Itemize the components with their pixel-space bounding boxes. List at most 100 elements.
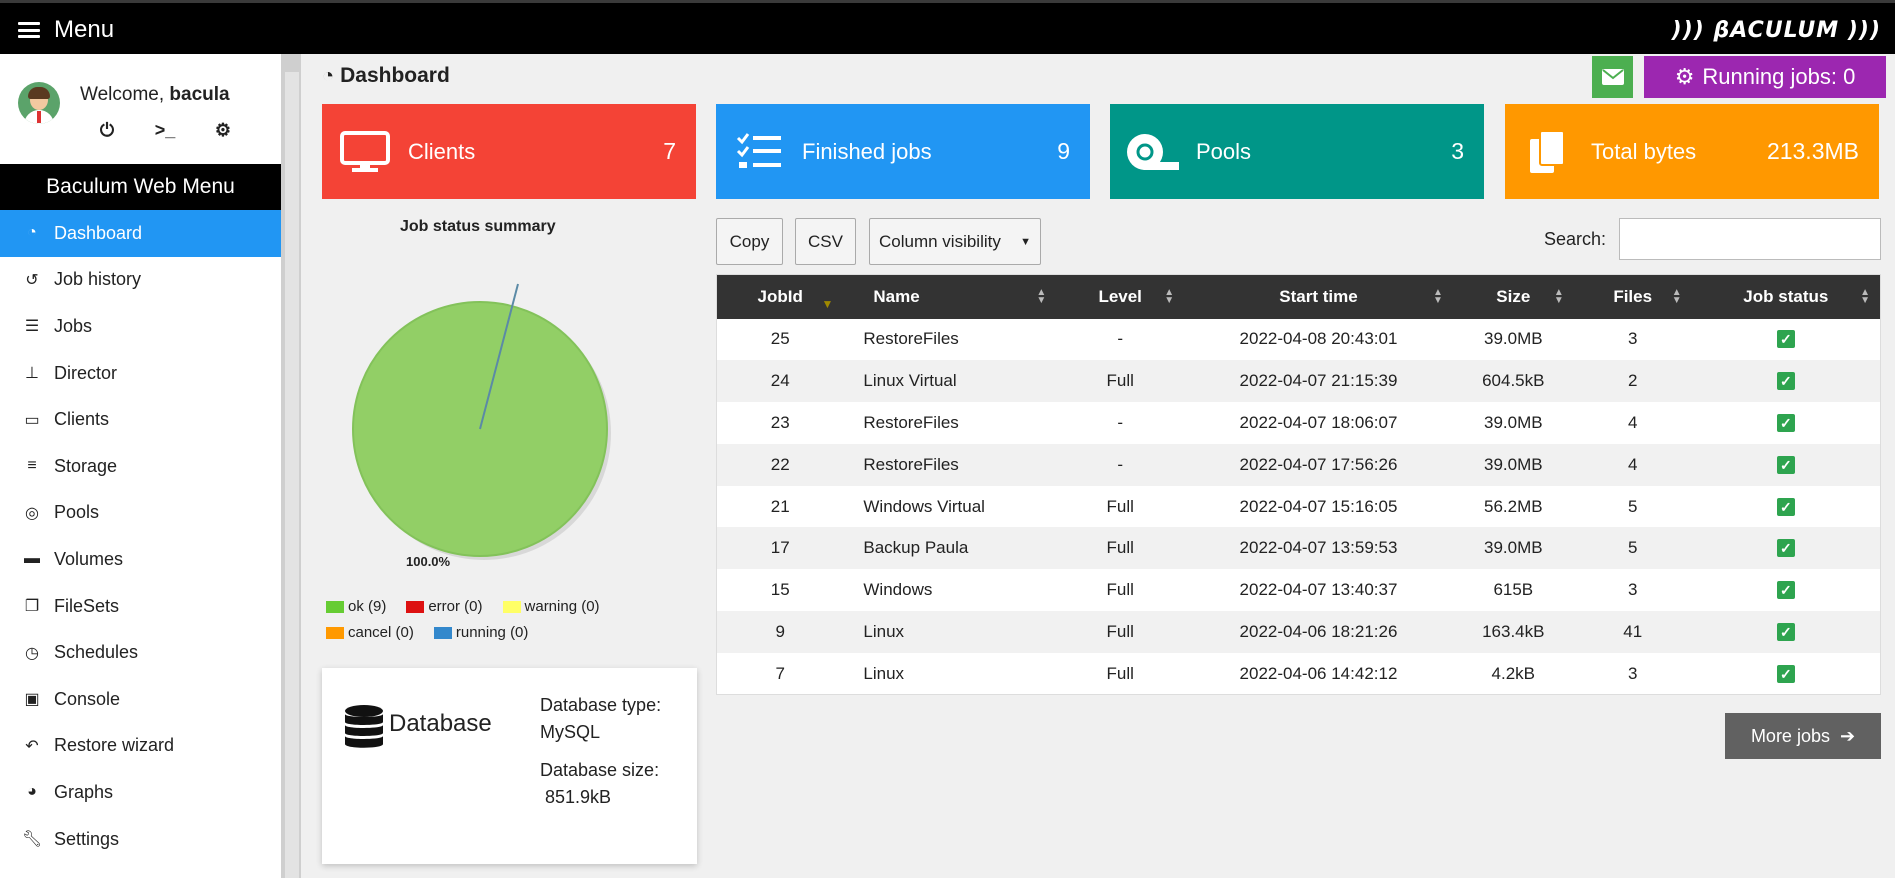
- sidebar-item-label: Dashboard: [54, 222, 143, 243]
- scrollbar-thumb[interactable]: [285, 72, 299, 878]
- sidebar-item-label: Settings: [54, 828, 120, 849]
- cell-name[interactable]: Backup Paula: [843, 527, 1057, 570]
- sidebar-item-clients[interactable]: ▭ Clients: [0, 396, 281, 443]
- cell-name[interactable]: RestoreFiles: [843, 402, 1057, 444]
- sidebar-item-filesets[interactable]: ❐ FileSets: [0, 583, 281, 630]
- db-size-label: Database size:: [540, 760, 660, 780]
- cell-jobid: 25: [716, 318, 844, 361]
- tasks-icon: ☰: [24, 318, 40, 336]
- cell-job-status: ✓: [1691, 360, 1881, 403]
- cell-name[interactable]: Linux: [843, 611, 1057, 653]
- running-jobs-button[interactable]: ⚙ Running jobs: 0: [1644, 56, 1886, 98]
- table-row[interactable]: 17 Backup Paula Full 2022-04-07 13:59:53…: [716, 527, 1881, 570]
- table-row[interactable]: 25 RestoreFiles - 2022-04-08 20:43:01 39…: [716, 318, 1881, 361]
- sidebar-item-label: Storage: [54, 455, 118, 476]
- cell-name[interactable]: RestoreFiles: [843, 443, 1057, 486]
- table-row[interactable]: 23 RestoreFiles - 2022-04-07 18:06:07 39…: [716, 402, 1881, 444]
- table-row[interactable]: 7 Linux Full 2022-04-06 14:42:12 4.2kB 3…: [716, 652, 1881, 695]
- messages-button[interactable]: [1592, 56, 1633, 98]
- cell-name[interactable]: Linux Virtual: [843, 360, 1057, 403]
- copy-button[interactable]: Copy: [716, 218, 783, 265]
- legend-ok: ok (9): [326, 598, 386, 615]
- page-title-text: Dashboard: [340, 64, 450, 87]
- cell-job-status: ✓: [1691, 527, 1881, 570]
- cell-start-time: 2022-04-06 14:42:12: [1184, 652, 1453, 695]
- table-row[interactable]: 9 Linux Full 2022-04-06 18:21:26 163.4kB…: [716, 611, 1881, 653]
- check-icon: ✓: [1776, 664, 1795, 683]
- cell-job-status: ✓: [1691, 569, 1881, 612]
- menu-toggle-button[interactable]: Menu: [18, 16, 114, 44]
- sidebar-item-pools[interactable]: ◎ Pools: [0, 490, 281, 537]
- cell-job-status: ✓: [1691, 611, 1881, 653]
- cell-job-status: ✓: [1691, 652, 1881, 695]
- cell-jobid: 15: [716, 569, 844, 612]
- check-icon: ✓: [1776, 413, 1795, 432]
- sidebar-item-dashboard[interactable]: ◔ Dashboard: [0, 210, 281, 257]
- cell-name[interactable]: Windows Virtual: [843, 485, 1057, 528]
- col-jobid[interactable]: JobId ▼: [716, 274, 844, 319]
- clients-card[interactable]: Clients 7: [322, 104, 696, 199]
- more-jobs-button[interactable]: More jobs ➔: [1725, 713, 1881, 759]
- sidebar-item-volumes[interactable]: ▬ Volumes: [0, 536, 281, 583]
- gear-icon[interactable]: ⚙: [212, 120, 234, 141]
- sidebar-item-schedules[interactable]: ◷ Schedules: [0, 629, 281, 676]
- sort-icon: ▲ ▼: [1164, 287, 1175, 306]
- sidebar-item-console[interactable]: ▣ Console: [0, 676, 281, 723]
- user-name: bacula: [169, 84, 230, 105]
- sidebar-item-label: Clients: [54, 409, 110, 430]
- top-bar: Menu ))) βACULUM ))): [0, 0, 1895, 54]
- cell-files: 3: [1573, 569, 1692, 612]
- cell-files: 2: [1573, 360, 1692, 403]
- cell-name[interactable]: Linux: [843, 652, 1057, 695]
- sidebar-item-restore-wizard[interactable]: ↶ Restore wizard: [0, 723, 281, 770]
- search-label: Search:: [1544, 229, 1607, 249]
- sidebar-item-job-history[interactable]: ↺ Job history: [0, 257, 281, 304]
- table-row[interactable]: 21 Windows Virtual Full 2022-04-07 15:16…: [716, 485, 1881, 528]
- sidebar-scrollbar[interactable]: [281, 54, 301, 878]
- col-job-status[interactable]: Job status ▲ ▼: [1691, 274, 1881, 319]
- cell-name[interactable]: Windows: [843, 569, 1057, 612]
- pools-card[interactable]: Pools 3: [1110, 104, 1484, 199]
- col-size[interactable]: Size ▲ ▼: [1452, 274, 1574, 319]
- table-row[interactable]: 15 Windows Full 2022-04-07 13:40:37 615B…: [716, 569, 1881, 612]
- pie-legend: ok (9) error (0) warning (0) cancel (0) …: [326, 598, 656, 650]
- total-bytes-card[interactable]: Total bytes 213.3MB: [1505, 104, 1879, 199]
- search-input[interactable]: [1619, 218, 1881, 260]
- sidebar-item-graphs[interactable]: ◕ Graphs: [0, 769, 281, 816]
- finished-jobs-card[interactable]: Finished jobs 9: [716, 104, 1090, 199]
- table-row[interactable]: 24 Linux Virtual Full 2022-04-07 21:15:3…: [716, 360, 1881, 403]
- cell-files: 4: [1573, 443, 1692, 486]
- terminal-icon: ▣: [24, 691, 40, 709]
- column-visibility-button[interactable]: Column visibility ▼: [869, 218, 1041, 265]
- cell-jobid: 23: [716, 402, 844, 444]
- sidebar-item-director[interactable]: ⊥ Director: [0, 350, 281, 397]
- sidebar-item-storage[interactable]: ≡ Storage: [0, 443, 281, 490]
- csv-button[interactable]: CSV: [795, 218, 856, 265]
- db-type-value: MySQL: [540, 722, 601, 742]
- cell-files: 5: [1573, 485, 1692, 528]
- db-size-value: 851.9kB: [545, 787, 612, 807]
- sidebar-item-label: Schedules: [54, 642, 139, 663]
- cell-size: 163.4kB: [1452, 611, 1574, 653]
- col-start-time[interactable]: Start time ▲ ▼: [1184, 274, 1453, 319]
- col-level[interactable]: Level ▲ ▼: [1056, 274, 1185, 319]
- arrow-right-icon: ➔: [1839, 725, 1856, 746]
- clock-icon: ◷: [25, 644, 39, 662]
- legend-error: error (0): [406, 598, 483, 615]
- col-files[interactable]: Files ▲ ▼: [1573, 274, 1692, 319]
- tape-icon: [1110, 132, 1196, 172]
- cell-name[interactable]: RestoreFiles: [843, 318, 1057, 361]
- sidebar-item-jobs[interactable]: ☰ Jobs: [0, 303, 281, 350]
- welcome-prefix: Welcome,: [80, 84, 165, 105]
- sidebar-item-label: Console: [54, 688, 121, 709]
- table-row[interactable]: 22 RestoreFiles - 2022-04-07 17:56:26 39…: [716, 443, 1881, 486]
- cell-jobid: 22: [716, 443, 844, 486]
- check-icon: ✓: [1776, 330, 1795, 349]
- brand-logo: ))) βACULUM ))): [1671, 18, 1881, 43]
- sidebar-item-settings[interactable]: 🔧︎ Settings: [0, 816, 281, 863]
- power-icon[interactable]: ⏻: [96, 120, 118, 141]
- col-name[interactable]: Name ▲ ▼: [843, 274, 1057, 319]
- cell-size: 56.2MB: [1452, 485, 1574, 528]
- hamburger-icon: [18, 20, 40, 40]
- terminal-icon[interactable]: >_: [154, 120, 176, 141]
